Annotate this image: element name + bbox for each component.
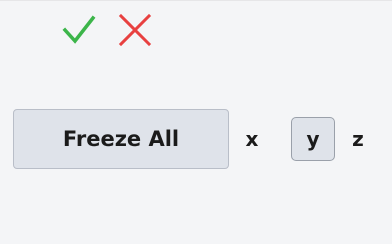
axis-x-toggle[interactable]: x (243, 119, 261, 159)
confirm-cancel-row (62, 13, 152, 47)
checkmark-icon[interactable] (62, 13, 96, 47)
freeze-all-button[interactable]: Freeze All (13, 109, 229, 169)
freeze-controls: Freeze All x y z (13, 109, 367, 169)
axis-y-toggle[interactable]: y (291, 117, 335, 161)
axis-z-toggle[interactable]: z (349, 119, 367, 159)
freeze-panel: Freeze All x y z (0, 0, 392, 244)
close-icon[interactable] (118, 13, 152, 47)
